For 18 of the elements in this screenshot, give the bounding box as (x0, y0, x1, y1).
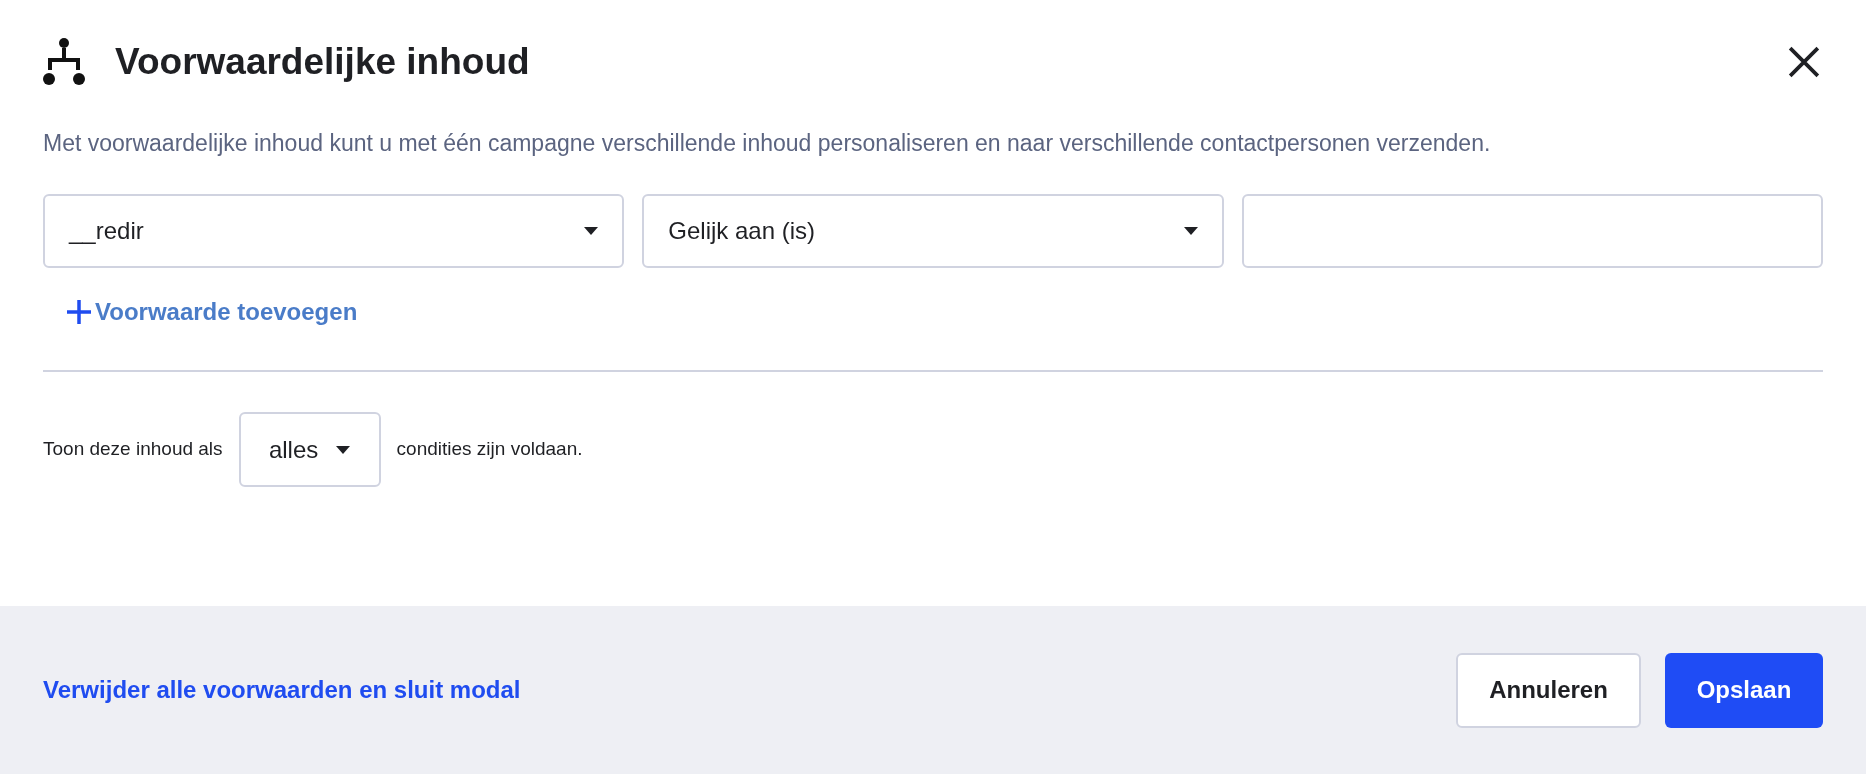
caret-icon (584, 227, 599, 235)
save-button[interactable]: Opslaan (1665, 652, 1823, 728)
description: Met voorwaardelijke inhoud kunt u met één campagne verschillende inhoud personaliseren en naar verschillende contactpersonen verzenden. (43, 128, 1492, 158)
caret-icon (336, 445, 351, 454)
plus-icon (67, 300, 91, 324)
value-field[interactable] (1241, 194, 1823, 268)
match-dropdown[interactable]: alles (238, 412, 381, 487)
cancel-button[interactable]: Annuleren (1456, 652, 1641, 728)
caret-icon (1183, 227, 1198, 235)
remove-conditions-link[interactable]: Verwijder alle voorwaarden en sluit modal (43, 672, 521, 708)
match-prefix: Toon deze inhoud als (43, 437, 223, 462)
dropdown[interactable]: Gelijk aan (is) (642, 194, 1224, 268)
dropdown[interactable]: __redir (43, 194, 625, 268)
hierarchy-icon (43, 37, 85, 86)
modal-title: Voorwaardelijke inhoud (115, 40, 530, 84)
add-condition-link[interactable]: Voorwaarde toevoegen (67, 294, 358, 330)
close-icon[interactable] (1787, 44, 1821, 79)
match-suffix: condities zijn voldaan. (396, 437, 583, 462)
